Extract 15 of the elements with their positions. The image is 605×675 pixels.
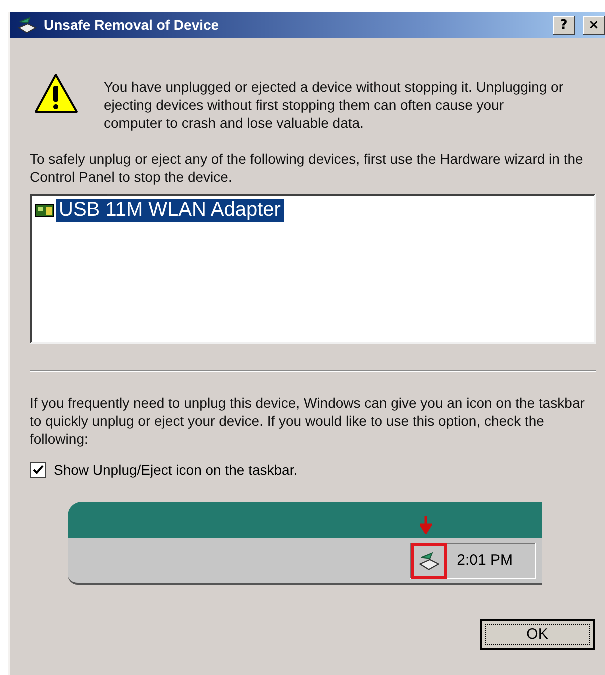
- device-item[interactable]: USB 11M WLAN Adapter: [56, 199, 284, 222]
- clock: 2:01 PM: [456, 552, 514, 569]
- window-title: Unsafe Removal of Device: [44, 17, 220, 33]
- eject-icon: [16, 14, 38, 36]
- checkbox-label: Show Unplug/Eject icon on the taskbar.: [54, 462, 298, 478]
- checkbox[interactable]: [30, 462, 46, 478]
- warning-icon: [32, 72, 80, 116]
- tray-eject-icon[interactable]: [411, 542, 448, 578]
- network-card-icon: [35, 202, 55, 218]
- option-description: If you frequently need to unplug this device, Windows can give you an icon on the taskbar to quickly unplug or eject your device. If you would like to use this option, check the following:: [30, 394, 586, 448]
- close-button[interactable]: ×: [583, 16, 605, 34]
- help-button[interactable]: ?: [553, 16, 575, 34]
- ok-button[interactable]: OK: [480, 619, 595, 650]
- instructions-text: To safely unplug or eject any of the following devices, first use the Hardware wizard in the Control Panel to stop the device.: [30, 150, 584, 186]
- warning-message: You have unplugged or ejected a device without stopping it. Unplugging or ejecting devices without first stopping them can often cause your computer to crash and lose valuable data.: [104, 78, 564, 132]
